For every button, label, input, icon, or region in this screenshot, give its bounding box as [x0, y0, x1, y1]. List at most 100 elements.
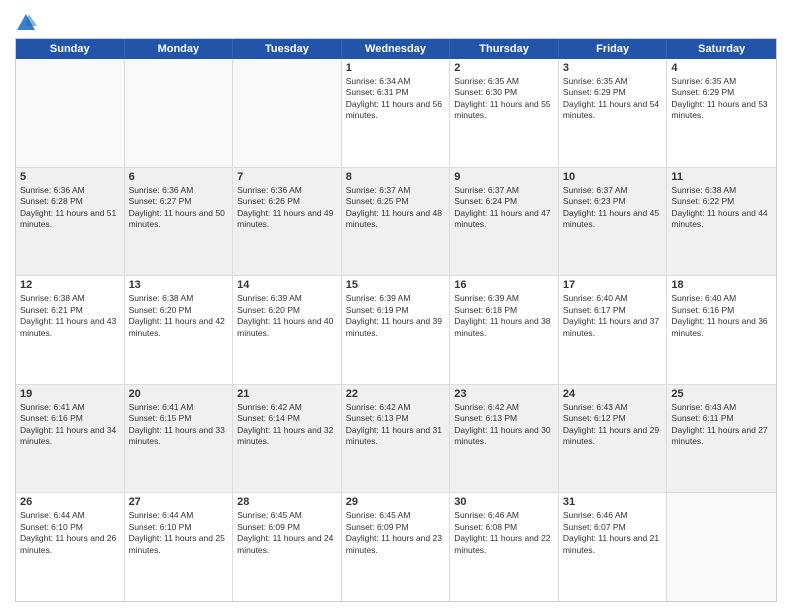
- day-cell-22: 22 Sunrise: 6:42 AM Sunset: 6:13 PM Dayli…: [342, 385, 451, 493]
- header-cell-monday: Monday: [125, 39, 234, 59]
- cell-info: Sunrise: 6:38 AM Sunset: 6:22 PM Dayligh…: [671, 185, 772, 231]
- day-number: 10: [563, 171, 663, 183]
- day-number: 29: [346, 496, 446, 508]
- cell-info: Sunrise: 6:44 AM Sunset: 6:10 PM Dayligh…: [129, 510, 229, 556]
- cell-info: Sunrise: 6:38 AM Sunset: 6:20 PM Dayligh…: [129, 293, 229, 339]
- empty-cell-0-0: [16, 59, 125, 167]
- calendar-row-1: 5 Sunrise: 6:36 AM Sunset: 6:28 PM Daylig…: [16, 168, 776, 277]
- cell-info: Sunrise: 6:41 AM Sunset: 6:15 PM Dayligh…: [129, 402, 229, 448]
- header-cell-thursday: Thursday: [450, 39, 559, 59]
- day-number: 15: [346, 279, 446, 291]
- cell-info: Sunrise: 6:43 AM Sunset: 6:11 PM Dayligh…: [671, 402, 772, 448]
- cell-info: Sunrise: 6:37 AM Sunset: 6:24 PM Dayligh…: [454, 185, 554, 231]
- day-cell-19: 19Sunrise: 6:41 AM Sunset: 6:16 PM Dayli…: [16, 385, 125, 493]
- day-cell-4: 4 Sunrise: 6:35 AM Sunset: 6:29 PM Daylig…: [667, 59, 776, 167]
- logo-icon: [15, 12, 37, 34]
- day-cell-8: 8Sunrise: 6:37 AM Sunset: 6:25 PM Daylig…: [342, 168, 451, 276]
- day-cell-9: 9Sunrise: 6:37 AM Sunset: 6:24 PM Daylig…: [450, 168, 559, 276]
- empty-cell-0-1: [125, 59, 234, 167]
- day-number: 17: [563, 279, 663, 291]
- day-cell-30: 30 Sunrise: 6:46 AM Sunset: 6:08 PM Dayli…: [450, 493, 559, 601]
- cell-info: Sunrise: 6:36 AM Sunset: 6:28 PM Dayligh…: [20, 185, 120, 231]
- cell-info: Sunrise: 6:39 AM Sunset: 6:19 PM Dayligh…: [346, 293, 446, 339]
- cell-info: Sunrise: 6:43 AM Sunset: 6:12 PM Dayligh…: [563, 402, 663, 448]
- header-cell-tuesday: Tuesday: [233, 39, 342, 59]
- day-cell-11: 11 Sunrise: 6:38 AM Sunset: 6:22 PM Dayli…: [667, 168, 776, 276]
- cell-info: Sunrise: 6:42 AM Sunset: 6:13 PM Dayligh…: [454, 402, 554, 448]
- calendar-row-3: 19Sunrise: 6:41 AM Sunset: 6:16 PM Dayli…: [16, 385, 776, 494]
- header-cell-saturday: Saturday: [667, 39, 776, 59]
- day-number: 6: [129, 171, 229, 183]
- day-number: 20: [129, 388, 229, 400]
- day-number: 30: [454, 496, 554, 508]
- day-number: 4: [671, 62, 772, 74]
- day-cell-26: 26Sunrise: 6:44 AM Sunset: 6:10 PM Dayli…: [16, 493, 125, 601]
- day-number: 25: [671, 388, 772, 400]
- day-number: 28: [237, 496, 337, 508]
- header: [15, 10, 777, 34]
- cell-info: Sunrise: 6:38 AM Sunset: 6:21 PM Dayligh…: [20, 293, 120, 339]
- cell-info: Sunrise: 6:35 AM Sunset: 6:30 PM Dayligh…: [454, 76, 554, 122]
- day-cell-28: 28 Sunrise: 6:45 AM Sunset: 6:09 PM Dayli…: [233, 493, 342, 601]
- day-cell-12: 12Sunrise: 6:38 AM Sunset: 6:21 PM Dayli…: [16, 276, 125, 384]
- cell-info: Sunrise: 6:35 AM Sunset: 6:29 PM Dayligh…: [671, 76, 772, 122]
- day-cell-14: 14Sunrise: 6:39 AM Sunset: 6:20 PM Dayli…: [233, 276, 342, 384]
- calendar-row-4: 26Sunrise: 6:44 AM Sunset: 6:10 PM Dayli…: [16, 493, 776, 601]
- day-cell-31: 31 Sunrise: 6:46 AM Sunset: 6:07 PM Dayli…: [559, 493, 668, 601]
- day-cell-1: 1Sunrise: 6:34 AM Sunset: 6:31 PM Daylig…: [342, 59, 451, 167]
- cell-info: Sunrise: 6:40 AM Sunset: 6:16 PM Dayligh…: [671, 293, 772, 339]
- day-number: 22: [346, 388, 446, 400]
- header-cell-wednesday: Wednesday: [342, 39, 451, 59]
- cell-info: Sunrise: 6:44 AM Sunset: 6:10 PM Dayligh…: [20, 510, 120, 556]
- day-cell-21: 21Sunrise: 6:42 AM Sunset: 6:14 PM Dayli…: [233, 385, 342, 493]
- header-cell-friday: Friday: [559, 39, 668, 59]
- day-cell-2: 2 Sunrise: 6:35 AM Sunset: 6:30 PM Daylig…: [450, 59, 559, 167]
- day-cell-29: 29 Sunrise: 6:45 AM Sunset: 6:09 PM Dayli…: [342, 493, 451, 601]
- cell-info: Sunrise: 6:34 AM Sunset: 6:31 PM Dayligh…: [346, 76, 446, 122]
- day-cell-15: 15 Sunrise: 6:39 AM Sunset: 6:19 PM Dayli…: [342, 276, 451, 384]
- calendar-row-2: 12Sunrise: 6:38 AM Sunset: 6:21 PM Dayli…: [16, 276, 776, 385]
- day-number: 13: [129, 279, 229, 291]
- cell-info: Sunrise: 6:39 AM Sunset: 6:18 PM Dayligh…: [454, 293, 554, 339]
- day-number: 31: [563, 496, 663, 508]
- day-cell-24: 24 Sunrise: 6:43 AM Sunset: 6:12 PM Dayli…: [559, 385, 668, 493]
- logo: [15, 10, 37, 34]
- day-number: 5: [20, 171, 120, 183]
- cell-info: Sunrise: 6:35 AM Sunset: 6:29 PM Dayligh…: [563, 76, 663, 122]
- cell-info: Sunrise: 6:41 AM Sunset: 6:16 PM Dayligh…: [20, 402, 120, 448]
- day-number: 27: [129, 496, 229, 508]
- cell-info: Sunrise: 6:42 AM Sunset: 6:13 PM Dayligh…: [346, 402, 446, 448]
- day-cell-17: 17Sunrise: 6:40 AM Sunset: 6:17 PM Dayli…: [559, 276, 668, 384]
- day-cell-25: 25 Sunrise: 6:43 AM Sunset: 6:11 PM Dayli…: [667, 385, 776, 493]
- calendar-body: 1Sunrise: 6:34 AM Sunset: 6:31 PM Daylig…: [16, 59, 776, 601]
- day-cell-18: 18 Sunrise: 6:40 AM Sunset: 6:16 PM Dayli…: [667, 276, 776, 384]
- day-number: 8: [346, 171, 446, 183]
- day-number: 18: [671, 279, 772, 291]
- cell-info: Sunrise: 6:42 AM Sunset: 6:14 PM Dayligh…: [237, 402, 337, 448]
- cell-info: Sunrise: 6:37 AM Sunset: 6:23 PM Dayligh…: [563, 185, 663, 231]
- day-number: 23: [454, 388, 554, 400]
- empty-cell-0-2: [233, 59, 342, 167]
- day-cell-7: 7 Sunrise: 6:36 AM Sunset: 6:26 PM Daylig…: [233, 168, 342, 276]
- day-cell-16: 16 Sunrise: 6:39 AM Sunset: 6:18 PM Dayli…: [450, 276, 559, 384]
- cell-info: Sunrise: 6:46 AM Sunset: 6:07 PM Dayligh…: [563, 510, 663, 556]
- calendar: SundayMondayTuesdayWednesdayThursdayFrid…: [15, 38, 777, 602]
- calendar-header: SundayMondayTuesdayWednesdayThursdayFrid…: [16, 39, 776, 59]
- day-cell-13: 13 Sunrise: 6:38 AM Sunset: 6:20 PM Dayli…: [125, 276, 234, 384]
- cell-info: Sunrise: 6:39 AM Sunset: 6:20 PM Dayligh…: [237, 293, 337, 339]
- day-number: 11: [671, 171, 772, 183]
- empty-cell-4-6: [667, 493, 776, 601]
- day-number: 16: [454, 279, 554, 291]
- day-cell-23: 23 Sunrise: 6:42 AM Sunset: 6:13 PM Dayli…: [450, 385, 559, 493]
- day-number: 2: [454, 62, 554, 74]
- cell-info: Sunrise: 6:45 AM Sunset: 6:09 PM Dayligh…: [237, 510, 337, 556]
- cell-info: Sunrise: 6:46 AM Sunset: 6:08 PM Dayligh…: [454, 510, 554, 556]
- day-number: 7: [237, 171, 337, 183]
- day-cell-20: 20 Sunrise: 6:41 AM Sunset: 6:15 PM Dayli…: [125, 385, 234, 493]
- calendar-row-0: 1Sunrise: 6:34 AM Sunset: 6:31 PM Daylig…: [16, 59, 776, 168]
- day-number: 3: [563, 62, 663, 74]
- cell-info: Sunrise: 6:36 AM Sunset: 6:26 PM Dayligh…: [237, 185, 337, 231]
- cell-info: Sunrise: 6:45 AM Sunset: 6:09 PM Dayligh…: [346, 510, 446, 556]
- day-number: 24: [563, 388, 663, 400]
- page: SundayMondayTuesdayWednesdayThursdayFrid…: [0, 0, 792, 612]
